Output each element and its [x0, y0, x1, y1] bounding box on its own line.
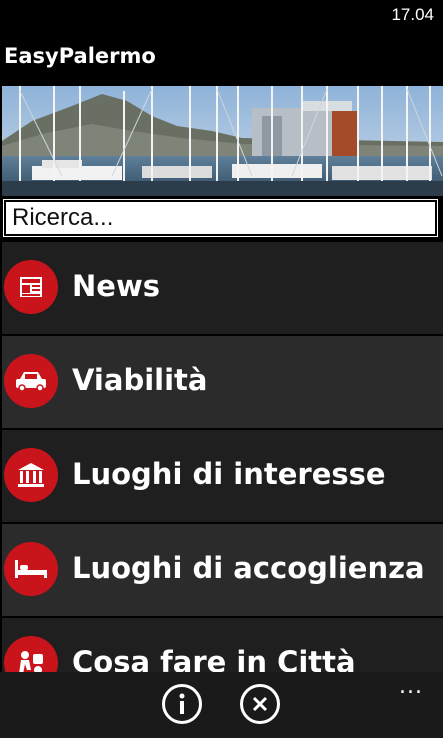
close-icon: [252, 696, 268, 712]
menu-item-label: Viabilità: [72, 363, 208, 397]
app-title: EasyPalermo: [4, 44, 156, 68]
museum-icon: [4, 448, 58, 502]
status-time: 17.04: [391, 5, 434, 24]
menu-item-label: Cosa fare in Città: [72, 645, 356, 672]
car-icon: [4, 354, 58, 408]
menu-item-luoghi-di-interesse[interactable]: Luoghi di interesse: [2, 430, 443, 522]
close-button[interactable]: [240, 684, 280, 724]
search-bar: [2, 198, 443, 242]
bed-icon: [4, 542, 58, 596]
menu-list: News Viabilità Luoghi di interesse Luogh…: [2, 242, 443, 672]
activities-icon: [4, 636, 58, 672]
menu-item-news[interactable]: News: [2, 242, 443, 334]
banner-image: [2, 86, 443, 196]
menu-item-viabilita[interactable]: Viabilità: [2, 336, 443, 428]
newspaper-icon: [4, 260, 58, 314]
menu-item-label: Luoghi di interesse: [72, 457, 386, 491]
search-input[interactable]: [3, 199, 438, 237]
menu-item-label: News: [72, 269, 160, 303]
menu-item-luoghi-di-accoglienza[interactable]: Luoghi di accoglienza: [2, 524, 443, 616]
menu-item-label: Luoghi di accoglienza: [72, 551, 425, 585]
menu-item-cosa-fare-in-citta[interactable]: Cosa fare in Città: [2, 618, 443, 672]
info-icon: [179, 693, 185, 714]
info-button[interactable]: [162, 684, 202, 724]
app-bar: ...: [0, 672, 443, 738]
status-bar: 17.04: [0, 0, 443, 30]
more-button[interactable]: ...: [399, 674, 423, 699]
